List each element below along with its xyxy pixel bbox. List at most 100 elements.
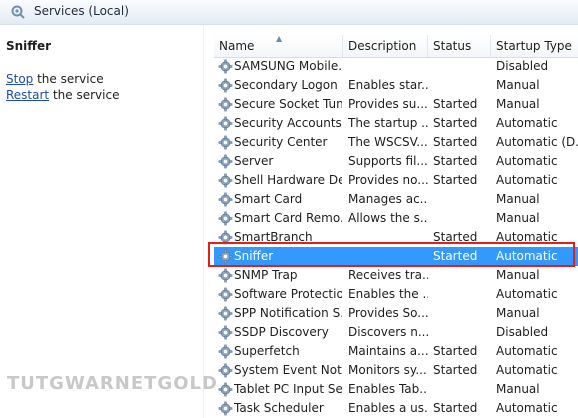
table-row[interactable]: SAMSUNG Mobile... Disabled xyxy=(214,57,578,76)
service-name-cell: SPP Notification S... xyxy=(234,306,342,320)
service-name-cell: SNMP Trap xyxy=(234,268,298,282)
table-row[interactable]: Task Scheduler Enables a us... Started Auto… xyxy=(214,399,578,418)
service-gear-icon xyxy=(218,287,233,302)
service-status-cell xyxy=(433,380,491,399)
service-name-cell: System Event Noti... xyxy=(234,363,342,377)
service-name-cell: Smart Card xyxy=(234,192,303,206)
service-gear-icon xyxy=(218,363,233,378)
service-startup-type-cell: Manual xyxy=(496,306,540,320)
service-gear-icon xyxy=(218,78,233,93)
service-startup-type-cell: Automatic xyxy=(496,173,558,187)
service-description-cell xyxy=(348,57,428,76)
service-startup-type-cell: Disabled xyxy=(496,59,549,73)
table-row[interactable]: Smart Card Remo... Allows the s... Manual xyxy=(214,209,578,228)
service-startup-type-cell: Automatic xyxy=(496,116,558,130)
service-description-cell: Provides no... xyxy=(348,173,428,187)
service-startup-type-cell: Manual xyxy=(496,78,540,92)
service-description-cell: Provides su... xyxy=(348,97,428,111)
service-status-cell xyxy=(433,304,491,323)
service-startup-type-cell: Manual xyxy=(496,211,540,225)
column-header-status[interactable]: Status xyxy=(428,35,491,57)
service-description-cell: Manages ac... xyxy=(348,192,428,206)
stop-action-text: the service xyxy=(33,72,104,86)
service-gear-icon xyxy=(218,211,233,226)
service-name-cell: SAMSUNG Mobile... xyxy=(234,59,342,73)
service-description-cell: Allows the s... xyxy=(348,211,428,225)
service-gear-icon xyxy=(218,154,233,169)
services-table-body: SAMSUNG Mobile... Disabled Secondary Logon… xyxy=(214,57,578,418)
column-header-name[interactable]: Name ▲ xyxy=(214,35,343,57)
service-gear-icon xyxy=(218,97,233,112)
service-name-cell: Sniffer xyxy=(234,249,274,263)
service-startup-type-cell: Automatic xyxy=(496,401,558,415)
service-description-cell: Monitors sy... xyxy=(348,363,427,377)
stop-service-link[interactable]: Stop xyxy=(6,72,33,86)
service-status-cell xyxy=(433,190,491,209)
table-row[interactable]: Superfetch Maintains a... Started Automatic xyxy=(214,342,578,361)
service-startup-type-cell: Manual xyxy=(496,192,540,206)
service-name-cell: Secure Socket Tun... xyxy=(234,97,342,111)
service-startup-type-cell: Manual xyxy=(496,97,540,111)
service-description-cell: Provides So... xyxy=(348,306,428,320)
service-description-cell: Receives tra... xyxy=(348,268,428,282)
service-startup-type-cell: Manual xyxy=(496,382,540,396)
service-description-cell: Enables star... xyxy=(348,78,428,92)
table-row-selected[interactable]: Sniffer Started Automatic xyxy=(214,247,578,266)
service-gear-icon xyxy=(218,192,233,207)
service-startup-type-cell: Automatic xyxy=(496,363,558,377)
service-status-cell: Started xyxy=(433,249,478,263)
sort-ascending-icon: ▲ xyxy=(276,34,283,43)
service-status-cell xyxy=(433,57,491,76)
service-gear-icon xyxy=(218,382,233,397)
table-row[interactable]: Tablet PC Input Se... Enables Tab... Manua… xyxy=(214,380,578,399)
service-name-cell: SSDP Discovery xyxy=(234,325,329,339)
service-status-cell xyxy=(433,76,491,95)
column-header-startup-type[interactable]: Startup Type xyxy=(491,35,578,57)
window-title: Services (Local) xyxy=(34,4,129,18)
service-gear-icon xyxy=(218,249,233,264)
service-status-cell: Started xyxy=(433,135,478,149)
table-row[interactable]: SNMP Trap Receives tra... Manual xyxy=(214,266,578,285)
service-startup-type-cell: Automatic xyxy=(496,230,558,244)
table-row[interactable]: Server Supports fil... Started Automatic xyxy=(214,152,578,171)
service-description-cell: Enables a us... xyxy=(348,401,428,415)
table-row[interactable]: Smart Card Manages ac... Manual xyxy=(214,190,578,209)
table-row[interactable]: SmartBranch Started Automatic xyxy=(214,228,578,247)
service-startup-type-cell: Automatic (D... xyxy=(496,135,578,149)
service-gear-icon xyxy=(218,306,233,321)
table-row[interactable]: Software Protection Enables the ... Automa… xyxy=(214,285,578,304)
service-status-cell: Started xyxy=(433,344,478,358)
service-details-pane: Sniffer Stop the service Restart the ser… xyxy=(0,25,203,418)
table-row[interactable]: Secure Socket Tun... Provides su... Starte… xyxy=(214,95,578,114)
services-list-pane: Name ▲ Description Status Startup Type S… xyxy=(203,25,578,418)
service-startup-type-cell: Manual xyxy=(496,268,540,282)
column-header-description[interactable]: Description xyxy=(343,35,428,57)
service-startup-type-cell: Automatic xyxy=(496,249,558,263)
service-description-cell: Maintains a... xyxy=(348,344,428,358)
service-description-cell: Enables Tab... xyxy=(348,382,428,396)
service-name-cell: Secondary Logon xyxy=(234,78,338,92)
watermark: TUTGWARNETGOLD xyxy=(7,373,218,394)
service-startup-type-cell: Automatic xyxy=(496,287,558,301)
service-description-cell xyxy=(348,247,428,266)
service-name-cell: Software Protection xyxy=(234,287,342,301)
restart-action-text: the service xyxy=(49,88,120,102)
service-status-cell: Started xyxy=(433,230,478,244)
table-row[interactable]: SSDP Discovery Discovers n... Disabled xyxy=(214,323,578,342)
service-status-cell xyxy=(433,266,491,285)
service-description-cell: Enables the ... xyxy=(348,287,428,301)
table-row[interactable]: SPP Notification S... Provides So... Manua… xyxy=(214,304,578,323)
table-row[interactable]: Shell Hardware De... Provides no... Starte… xyxy=(214,171,578,190)
restart-action: Restart the service xyxy=(6,88,119,102)
service-gear-icon xyxy=(218,59,233,74)
table-row[interactable]: System Event Noti... Monitors sy... Starte… xyxy=(214,361,578,380)
restart-service-link[interactable]: Restart xyxy=(6,88,49,102)
service-startup-type-cell: Automatic xyxy=(496,154,558,168)
table-row[interactable]: Security Accounts... The startup ... Start… xyxy=(214,114,578,133)
table-row[interactable]: Security Center The WSCSV... Started Automa… xyxy=(214,133,578,152)
service-status-cell: Started xyxy=(433,116,478,130)
service-description-cell xyxy=(348,228,428,247)
service-description-cell: The WSCSV... xyxy=(348,135,428,149)
service-status-cell: Started xyxy=(433,173,478,187)
table-row[interactable]: Secondary Logon Enables star... Manual xyxy=(214,76,578,95)
